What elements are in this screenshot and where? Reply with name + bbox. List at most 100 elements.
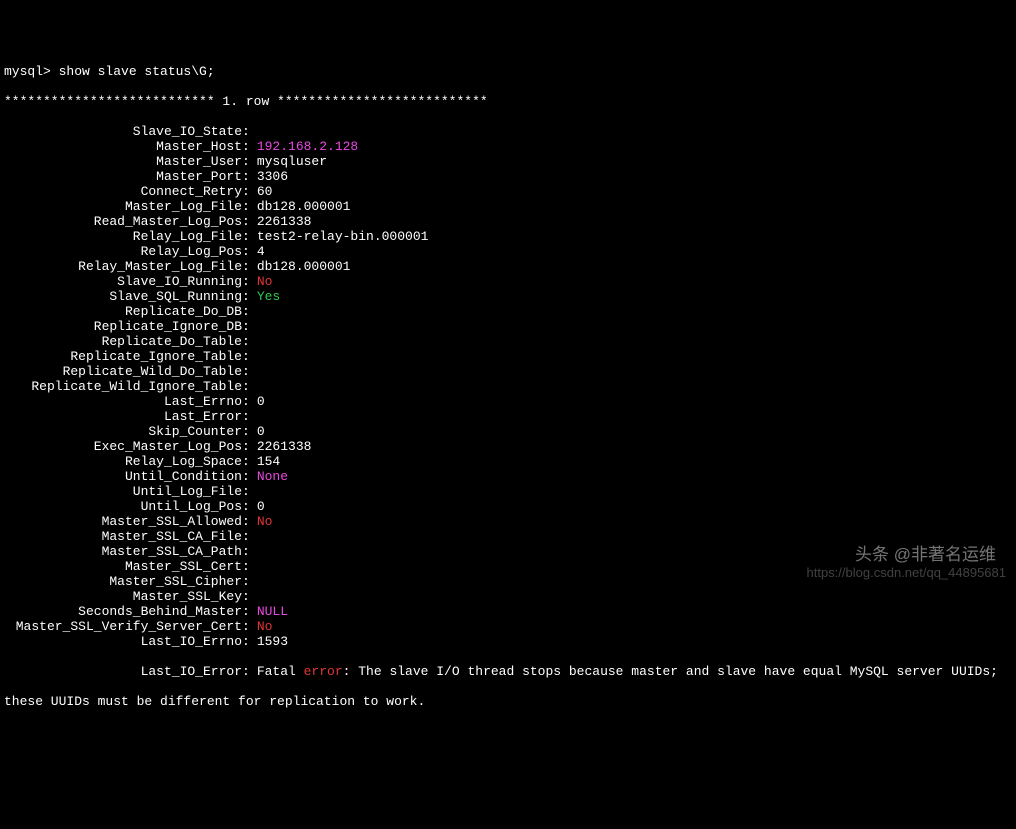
status-row: Master_User:mysqluser bbox=[4, 154, 1012, 169]
status-row: Seconds_Behind_Master:NULL bbox=[4, 604, 1012, 619]
status-row: Master_SSL_Verify_Server_Cert:No bbox=[4, 619, 1012, 634]
field-label: Master_SSL_CA_Path bbox=[4, 544, 242, 559]
status-row: Master_SSL_Cipher: bbox=[4, 574, 1012, 589]
field-value: Yes bbox=[250, 289, 280, 304]
field-value: 3306 bbox=[250, 169, 288, 184]
field-value: No bbox=[250, 619, 273, 634]
field-label: Master_SSL_Cert bbox=[4, 559, 242, 574]
status-row: Master_Port:3306 bbox=[4, 169, 1012, 184]
field-label: Slave_IO_State bbox=[4, 124, 242, 139]
field-value bbox=[250, 484, 257, 499]
status-row: Replicate_Ignore_Table: bbox=[4, 349, 1012, 364]
error-word: error bbox=[304, 664, 343, 679]
row-header: *************************** 1. row *****… bbox=[4, 94, 1012, 109]
status-row: Last_IO_Errno:1593 bbox=[4, 634, 1012, 649]
field-value: test2-relay-bin.000001 bbox=[250, 229, 429, 244]
status-row: Read_Master_Log_Pos:2261338 bbox=[4, 214, 1012, 229]
field-value: 0 bbox=[250, 394, 265, 409]
status-row: Master_SSL_Allowed:No bbox=[4, 514, 1012, 529]
field-value bbox=[250, 319, 257, 334]
field-value: 2261338 bbox=[250, 439, 312, 454]
error-continuation: these UUIDs must be different for replic… bbox=[4, 694, 1012, 709]
field-label: Until_Condition bbox=[4, 469, 242, 484]
status-row: Slave_IO_State: bbox=[4, 124, 1012, 139]
field-label: Master_SSL_Key bbox=[4, 589, 242, 604]
status-row: Master_Host:192.168.2.128 bbox=[4, 139, 1012, 154]
field-value: 1593 bbox=[250, 634, 288, 649]
status-rows: Slave_IO_State:Master_Host:192.168.2.128… bbox=[4, 124, 1012, 649]
field-value bbox=[250, 559, 257, 574]
status-row: Exec_Master_Log_Pos:2261338 bbox=[4, 439, 1012, 454]
prompt-line[interactable]: mysql> show slave status\G; bbox=[4, 64, 1012, 79]
field-label: Last_Error bbox=[4, 409, 242, 424]
status-row: Master_SSL_Key: bbox=[4, 589, 1012, 604]
field-value: No bbox=[250, 514, 273, 529]
field-label: Master_SSL_CA_File bbox=[4, 529, 242, 544]
field-label: Exec_Master_Log_Pos bbox=[4, 439, 242, 454]
field-label: Replicate_Do_DB bbox=[4, 304, 242, 319]
status-row: Until_Condition:None bbox=[4, 469, 1012, 484]
field-label: Last_Errno bbox=[4, 394, 242, 409]
field-value bbox=[250, 349, 257, 364]
status-row: Replicate_Wild_Ignore_Table: bbox=[4, 379, 1012, 394]
field-value bbox=[250, 529, 257, 544]
field-value: 60 bbox=[250, 184, 273, 199]
status-row: Slave_IO_Running:No bbox=[4, 274, 1012, 289]
field-value bbox=[250, 574, 257, 589]
status-row: Replicate_Do_Table: bbox=[4, 334, 1012, 349]
field-label: Slave_SQL_Running bbox=[4, 289, 242, 304]
field-label: Replicate_Wild_Ignore_Table bbox=[4, 379, 242, 394]
field-value: No bbox=[250, 274, 273, 289]
field-label: Until_Log_Pos bbox=[4, 499, 242, 514]
field-label: Skip_Counter bbox=[4, 424, 242, 439]
field-label: Slave_IO_Running bbox=[4, 274, 242, 289]
status-row: Relay_Log_File:test2-relay-bin.000001 bbox=[4, 229, 1012, 244]
field-value bbox=[250, 379, 257, 394]
status-row: Until_Log_File: bbox=[4, 484, 1012, 499]
status-row: Connect_Retry:60 bbox=[4, 184, 1012, 199]
prompt: mysql> bbox=[4, 64, 59, 79]
field-value: db128.000001 bbox=[250, 259, 351, 274]
field-label: Master_Host bbox=[4, 139, 242, 154]
status-row: Slave_SQL_Running:Yes bbox=[4, 289, 1012, 304]
field-label: Replicate_Do_Table bbox=[4, 334, 242, 349]
field-label: Replicate_Ignore_Table bbox=[4, 349, 242, 364]
field-value: 4 bbox=[250, 244, 265, 259]
field-label: Master_SSL_Verify_Server_Cert bbox=[4, 619, 242, 634]
status-row: Until_Log_Pos:0 bbox=[4, 499, 1012, 514]
field-value bbox=[250, 589, 257, 604]
field-value: NULL bbox=[250, 604, 288, 619]
command: show slave status\G; bbox=[59, 64, 215, 79]
field-value bbox=[250, 544, 257, 559]
status-row: Last_Errno:0 bbox=[4, 394, 1012, 409]
field-label: Replicate_Ignore_DB bbox=[4, 319, 242, 334]
status-row: Replicate_Do_DB: bbox=[4, 304, 1012, 319]
field-label: Master_SSL_Cipher bbox=[4, 574, 242, 589]
field-value bbox=[250, 124, 257, 139]
field-value bbox=[250, 364, 257, 379]
status-row: Skip_Counter:0 bbox=[4, 424, 1012, 439]
status-row: Master_Log_File:db128.000001 bbox=[4, 199, 1012, 214]
status-row: Relay_Master_Log_File:db128.000001 bbox=[4, 259, 1012, 274]
field-value bbox=[250, 304, 257, 319]
field-value: mysqluser bbox=[250, 154, 327, 169]
field-value: db128.000001 bbox=[250, 199, 351, 214]
field-label: Relay_Log_File bbox=[4, 229, 242, 244]
field-value bbox=[250, 409, 257, 424]
status-row: Replicate_Wild_Do_Table: bbox=[4, 364, 1012, 379]
field-value: 0 bbox=[250, 424, 265, 439]
status-row: Master_SSL_Cert: bbox=[4, 559, 1012, 574]
field-label: Read_Master_Log_Pos bbox=[4, 214, 242, 229]
status-row: Master_SSL_CA_Path: bbox=[4, 544, 1012, 559]
field-label: Relay_Log_Space bbox=[4, 454, 242, 469]
field-label: Seconds_Behind_Master bbox=[4, 604, 242, 619]
field-label: Master_SSL_Allowed bbox=[4, 514, 242, 529]
field-label: Master_User bbox=[4, 154, 242, 169]
last-io-error-row: Last_IO_Error:Fatal error: The slave I/O… bbox=[4, 664, 1012, 679]
status-row: Master_SSL_CA_File: bbox=[4, 529, 1012, 544]
status-row: Relay_Log_Pos:4 bbox=[4, 244, 1012, 259]
field-label: Connect_Retry bbox=[4, 184, 242, 199]
field-label: Master_Port bbox=[4, 169, 242, 184]
field-label: Until_Log_File bbox=[4, 484, 242, 499]
field-label: Replicate_Wild_Do_Table bbox=[4, 364, 242, 379]
